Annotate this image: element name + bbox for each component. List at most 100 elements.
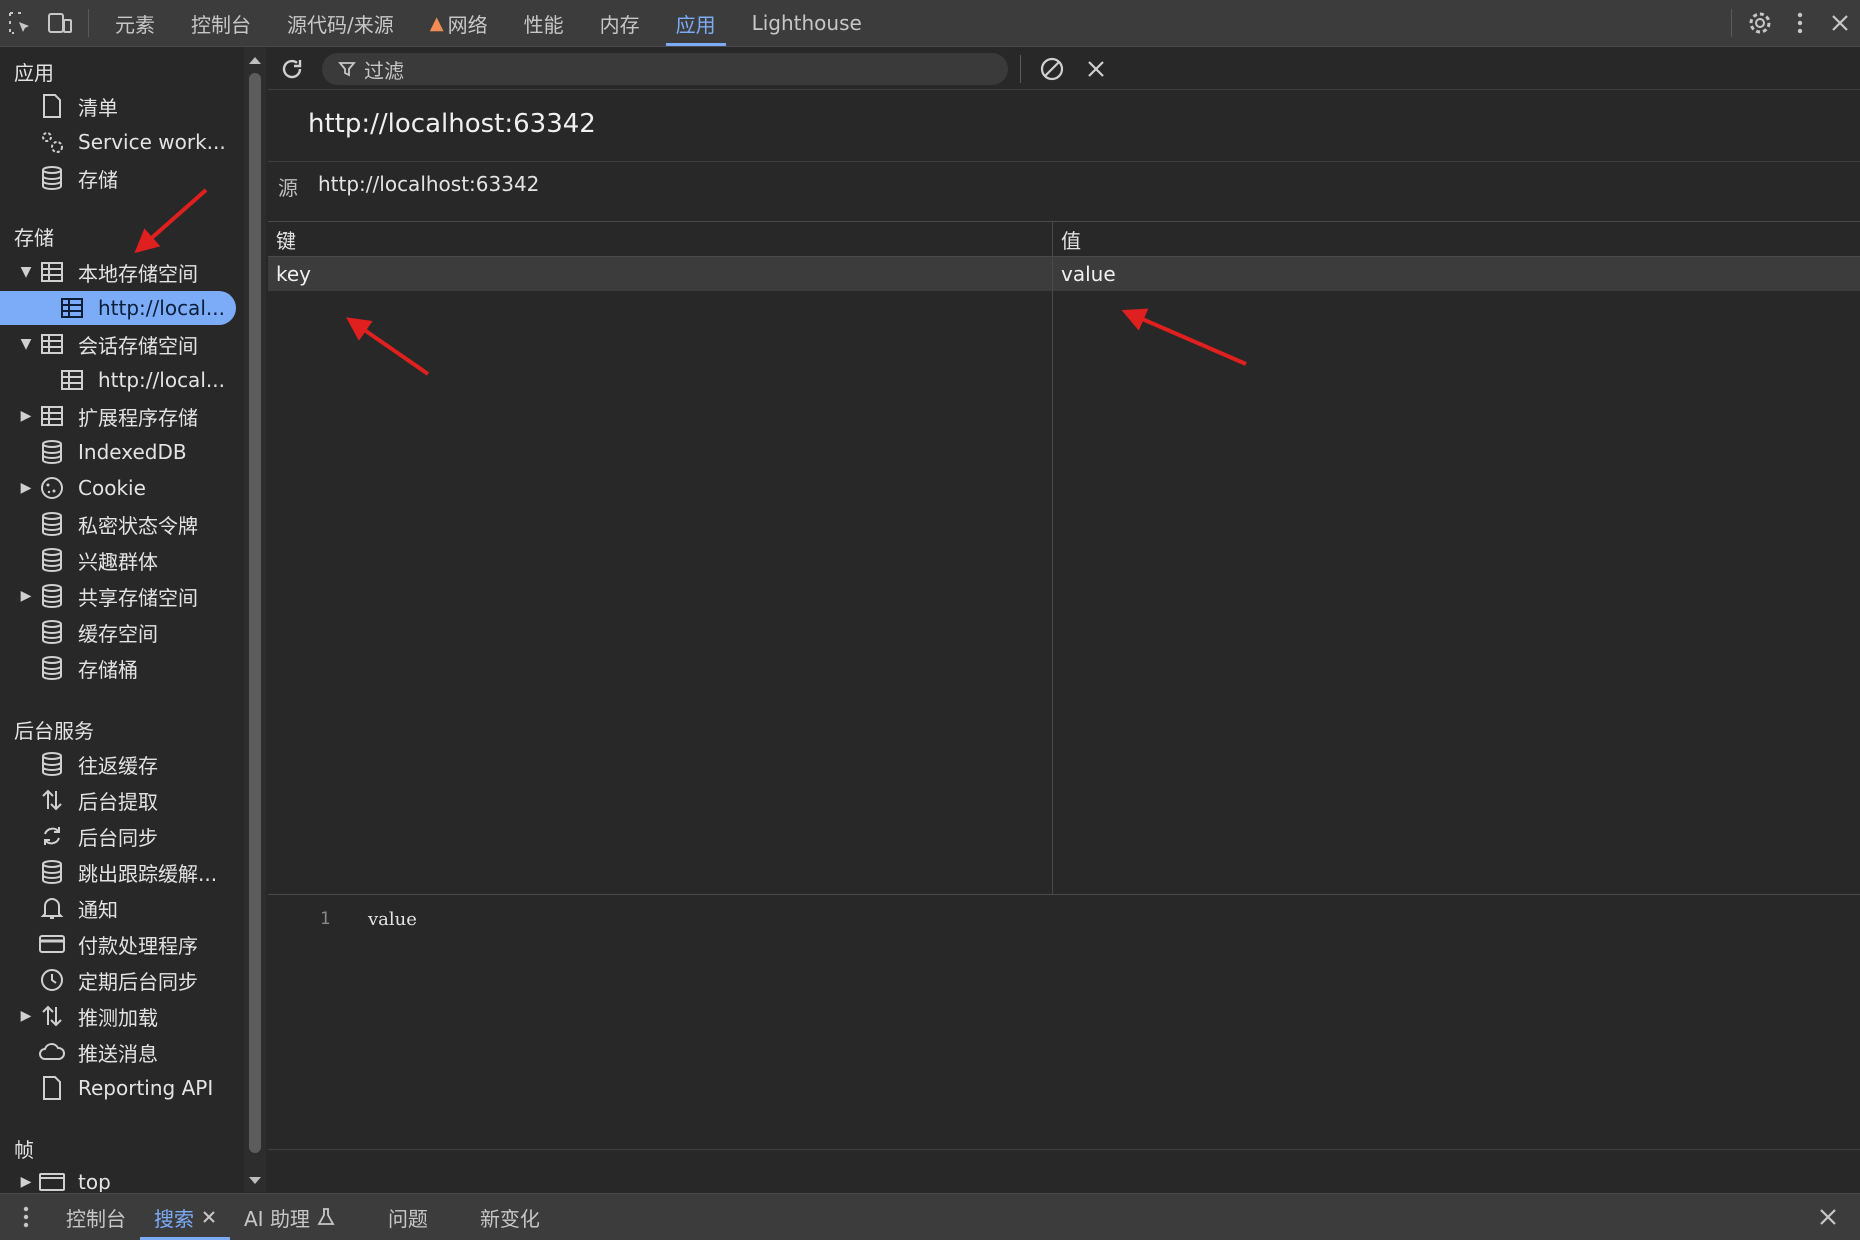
column-header-value[interactable]: 值 [1053, 222, 1860, 256]
table-row[interactable]: key value [268, 257, 1860, 291]
collapsed-triangle-icon[interactable]: ▶ [14, 1174, 38, 1190]
database-icon [38, 858, 66, 886]
settings-gear-icon[interactable] [1740, 0, 1780, 46]
sidebar-item-speculative-loads[interactable]: ▶ 推测加载 [0, 999, 236, 1033]
frame-window-icon [38, 1168, 66, 1192]
devtools-main-toolbar: 元素 控制台 源代码/来源 ▲ 网络 性能 内存 应用 Lighthouse [0, 0, 1860, 47]
drawer-tab-console[interactable]: 控制台 [52, 1194, 140, 1240]
cell-key[interactable]: key [268, 257, 1052, 291]
sidebar-item-frame-top[interactable]: ▶ top [0, 1165, 236, 1192]
value-preview-pane: 1 value [268, 895, 1860, 1143]
tab-lighthouse[interactable]: Lighthouse [734, 0, 880, 46]
sidebar-item-bounce-tracking[interactable]: 跳出跟踪缓解... [0, 855, 236, 889]
refresh-icon[interactable] [276, 53, 308, 85]
close-drawer-icon[interactable] [1808, 1194, 1848, 1240]
table-icon [38, 258, 66, 286]
drawer-tab-whats-new[interactable]: 新变化 [466, 1194, 554, 1240]
sidebar-item-app-storage[interactable]: 存储 [0, 161, 236, 195]
source-value: http://localhost:63342 [318, 172, 540, 196]
expanded-triangle-icon[interactable]: ▼ [14, 264, 38, 280]
flask-icon [316, 1207, 336, 1227]
tab-sources[interactable]: 源代码/来源 [269, 0, 412, 46]
sidebar-item-service-workers[interactable]: Service work... [0, 125, 236, 159]
tab-network-label: 网络 [447, 12, 488, 37]
sidebar-item-local-storage[interactable]: ▼ 本地存储空间 [0, 255, 236, 289]
database-icon [38, 750, 66, 778]
collapsed-triangle-icon[interactable]: ▶ [14, 408, 38, 424]
warning-icon: ▲ [429, 12, 444, 34]
sidebar-item-cache-storage[interactable]: 缓存空间 [0, 615, 236, 649]
inspect-element-icon[interactable] [0, 0, 40, 46]
tab-network[interactable]: ▲ 网络 [412, 0, 506, 46]
scroll-up-arrow-icon[interactable] [249, 57, 261, 64]
more-options-icon[interactable] [1780, 0, 1820, 46]
sidebar-item-local-storage-origin[interactable]: http://local... [0, 291, 236, 325]
toolbar-divider [88, 9, 89, 37]
table-icon [58, 294, 86, 322]
up-down-arrows-icon [38, 786, 66, 814]
sidebar-item-session-storage[interactable]: ▼ 会话存储空间 [0, 327, 236, 361]
expanded-triangle-icon[interactable]: ▼ [14, 336, 38, 352]
sidebar-item-indexeddb[interactable]: IndexedDB [0, 435, 236, 469]
delete-selected-icon[interactable] [1080, 53, 1112, 85]
origin-title: http://localhost:63342 [308, 109, 596, 139]
clear-all-icon[interactable] [1036, 53, 1068, 85]
database-icon [38, 438, 66, 466]
toolbar-divider-right [1731, 9, 1732, 37]
filter-input[interactable]: 过滤 [322, 53, 1008, 85]
section-title-background-services: 后台服务 [14, 719, 94, 743]
column-divider[interactable] [1052, 222, 1053, 894]
device-toolbar-icon[interactable] [40, 0, 80, 46]
tab-memory[interactable]: 内存 [582, 0, 658, 46]
close-devtools-icon[interactable] [1820, 0, 1860, 46]
scrollbar-thumb[interactable] [249, 73, 261, 1153]
sidebar-item-cookie[interactable]: ▶ Cookie [0, 471, 236, 505]
sidebar-item-private-state-tokens[interactable]: 私密状态令牌 [0, 507, 236, 541]
sidebar-item-interest-groups[interactable]: 兴趣群体 [0, 543, 236, 577]
sidebar-item-bfcache[interactable]: 往返缓存 [0, 747, 236, 781]
sidebar-item-manifest[interactable]: 清单 [0, 89, 236, 123]
drawer-tab-issues[interactable]: 问题 [374, 1194, 442, 1240]
cookie-icon [38, 474, 66, 502]
toolbar-divider [1020, 55, 1021, 83]
drawer-tab-search[interactable]: 搜索 [140, 1194, 230, 1240]
database-icon [38, 582, 66, 610]
collapsed-triangle-icon[interactable]: ▶ [14, 1008, 38, 1024]
collapsed-triangle-icon[interactable]: ▶ [14, 588, 38, 604]
up-down-arrows-icon [38, 1002, 66, 1030]
sidebar-item-reporting-api[interactable]: Reporting API [0, 1071, 236, 1105]
tab-elements[interactable]: 元素 [97, 0, 173, 46]
sidebar-item-push-messaging[interactable]: 推送消息 [0, 1035, 236, 1069]
drawer-more-icon[interactable] [0, 1194, 52, 1240]
credit-card-icon [38, 930, 66, 958]
sidebar-item-extension-storage[interactable]: ▶ 扩展程序存储 [0, 399, 236, 433]
key-value-table: 键 值 key value [268, 221, 1860, 895]
drawer-tab-ai-assistant[interactable]: AI 助理 [230, 1194, 350, 1240]
sidebar-item-shared-storage[interactable]: ▶ 共享存储空间 [0, 579, 236, 613]
gears-icon [38, 128, 66, 156]
sidebar-item-background-fetch[interactable]: 后台提取 [0, 783, 236, 817]
sidebar-item-session-storage-origin[interactable]: http://local... [0, 363, 236, 397]
sidebar-item-storage-buckets[interactable]: 存储桶 [0, 651, 236, 685]
collapsed-triangle-icon[interactable]: ▶ [14, 480, 38, 496]
filter-placeholder: 过滤 [364, 58, 404, 83]
table-icon [58, 366, 86, 394]
sidebar-item-periodic-sync[interactable]: 定期后台同步 [0, 963, 236, 997]
sidebar-item-notifications[interactable]: 通知 [0, 891, 236, 925]
column-header-key[interactable]: 键 [268, 222, 1052, 256]
tab-application[interactable]: 应用 [658, 0, 734, 46]
sidebar-item-background-sync[interactable]: 后台同步 [0, 819, 236, 853]
table-icon [38, 402, 66, 430]
database-icon [38, 618, 66, 646]
database-icon [38, 510, 66, 538]
cell-value[interactable]: value [1053, 257, 1860, 291]
sidebar-scrollbar[interactable] [244, 47, 266, 1192]
database-icon [38, 546, 66, 574]
sidebar-item-payment-handler[interactable]: 付款处理程序 [0, 927, 236, 961]
tab-console[interactable]: 控制台 [173, 0, 269, 46]
application-sidebar: 应用 清单 Service work... 存储 存储 ▼ 本地存储空间 htt… [0, 47, 244, 1192]
tab-performance[interactable]: 性能 [506, 0, 582, 46]
scroll-down-arrow-icon[interactable] [249, 1177, 261, 1184]
close-tab-icon[interactable] [202, 1210, 216, 1224]
drawer-toolbar: 控制台 搜索 AI 助理 问题 新变化 [0, 1193, 1860, 1240]
